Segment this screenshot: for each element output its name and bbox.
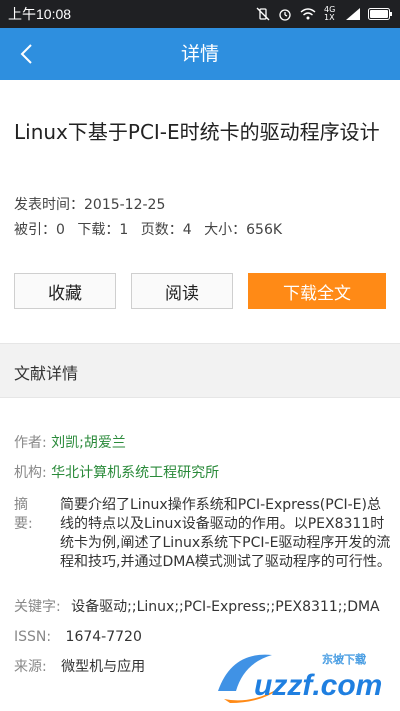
page-count: 页数：4 xyxy=(140,222,192,238)
institution-row: 机构: 华北计算机系统工程研究所 xyxy=(14,464,219,483)
author-link[interactable]: 刘凯;胡爱兰 xyxy=(51,435,126,451)
source-row: 来源: 微型机与应用 xyxy=(14,658,145,677)
publish-label: 发表时间： xyxy=(14,197,84,213)
alarm-icon xyxy=(279,9,291,21)
document-stats: 被引：0 下载：1 页数：4 大小：656K xyxy=(14,219,290,239)
app-bar: 详情 xyxy=(0,28,400,80)
network-type: 4G 1X xyxy=(324,5,336,22)
source-value: 微型机与应用 xyxy=(61,659,146,675)
document-summary: Linux下基于PCI-E时统卡的驱动程序设计 发表时间：2015-12-25 … xyxy=(0,80,400,343)
source-label: 来源: xyxy=(14,659,47,675)
publish-info: 发表时间：2015-12-25 xyxy=(14,194,165,214)
page-title: 详情 xyxy=(180,43,219,65)
keywords-label: 关键字: xyxy=(14,599,61,615)
publish-date: 2015-12-25 xyxy=(84,197,166,213)
author-row: 作者: 刘凯;胡爱兰 xyxy=(14,434,126,453)
favorite-button[interactable]: 收藏 xyxy=(14,273,116,309)
status-time: 上午10:08 xyxy=(8,6,72,22)
issn-value: 1674-7720 xyxy=(65,629,142,645)
signal-icon xyxy=(346,8,360,20)
keywords-text: 设备驱动;;Linux;;PCI-Express;;PEX8311;;DMA xyxy=(71,599,380,615)
watermark-brand: uzzf.com xyxy=(254,669,382,702)
read-button[interactable]: 阅读 xyxy=(131,273,233,309)
section-header: 文献详情 xyxy=(0,343,400,398)
document-title: Linux下基于PCI-E时统卡的驱动程序设计 xyxy=(14,120,380,144)
abstract-label: 摘要: xyxy=(14,497,33,532)
issn-row: ISSN: 1674-7720 xyxy=(14,628,142,647)
issn-label: ISSN: xyxy=(14,629,52,645)
file-size: 大小：656K xyxy=(204,222,283,238)
abstract-text: 简要介绍了Linux操作系统和PCI-Express(PCI-E)总线的特点以及… xyxy=(60,497,391,570)
battery-icon xyxy=(368,8,392,20)
download-fulltext-button[interactable]: 下载全文 xyxy=(248,273,386,309)
section-title: 文献详情 xyxy=(14,364,79,383)
status-icons: 4G 1X xyxy=(256,6,392,22)
watermark-cn: 东坡下载 xyxy=(322,653,366,666)
author-label: 作者: xyxy=(14,435,47,451)
cited-count: 被引：0 xyxy=(14,222,65,238)
vibrate-icon xyxy=(256,7,270,21)
institution-link[interactable]: 华北计算机系统工程研究所 xyxy=(51,465,219,481)
keywords-row: 关键字: 设备驱动;;Linux;;PCI-Express;;PEX8311;;… xyxy=(14,598,380,617)
download-count: 下载：1 xyxy=(77,222,129,238)
site-watermark-logo: 东坡下载 uzzf.com xyxy=(218,653,382,703)
wifi-icon xyxy=(300,8,316,20)
status-bar: 上午10:08 4G 1X xyxy=(0,0,400,28)
institution-label: 机构: xyxy=(14,465,47,481)
